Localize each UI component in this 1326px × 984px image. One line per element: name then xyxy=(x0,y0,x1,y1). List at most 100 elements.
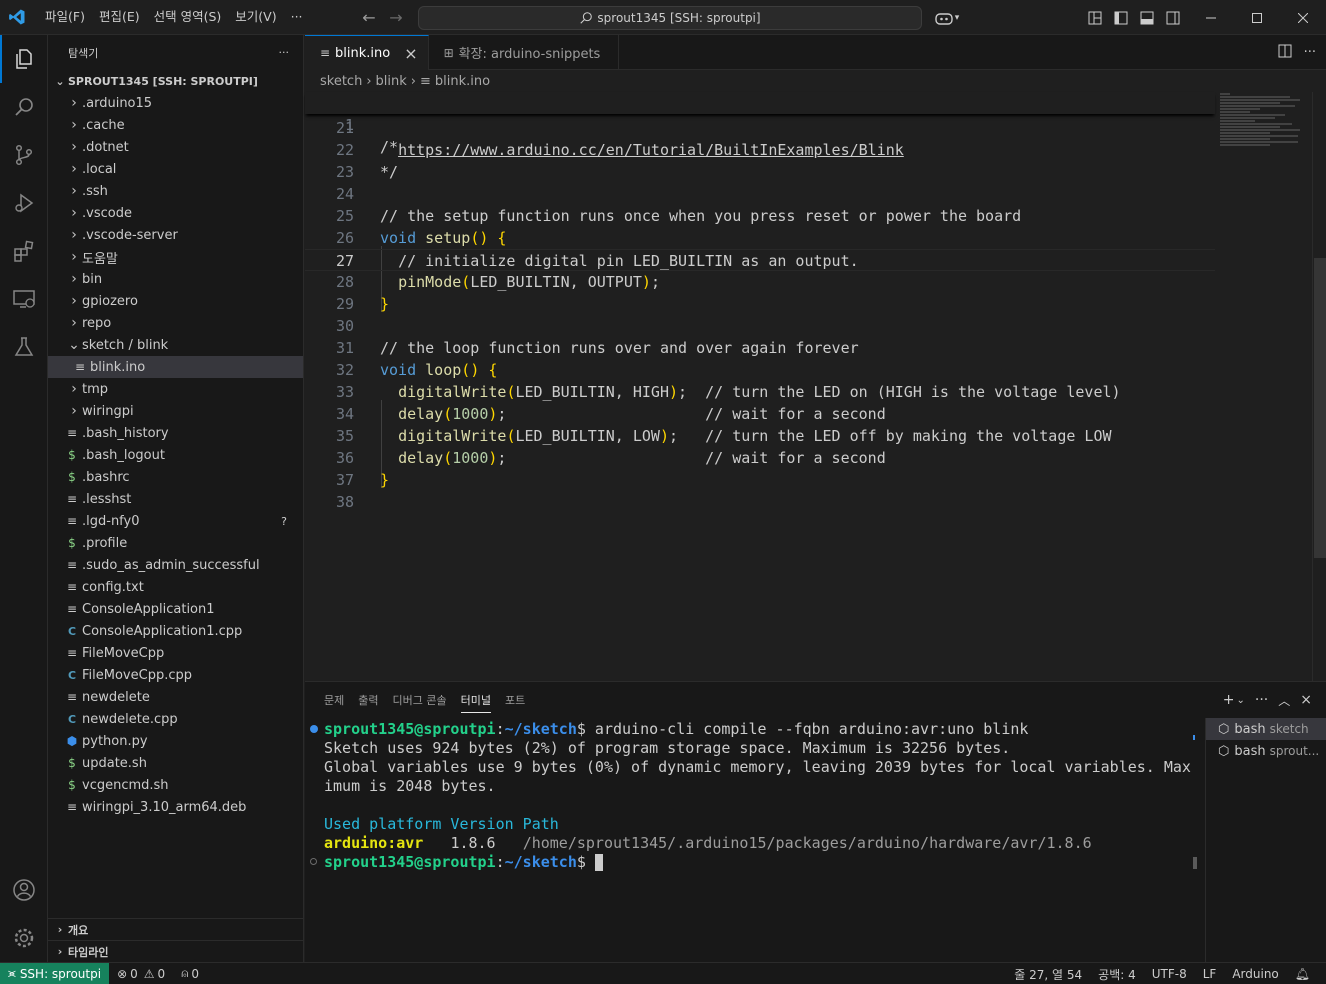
file-tree-item[interactable]: $ .profile xyxy=(48,532,303,554)
file-tree-item[interactable]: $ update.sh xyxy=(48,752,303,774)
editor-scrollbar[interactable] xyxy=(1312,92,1326,681)
notifications-bell-icon[interactable]: 🔔︎ xyxy=(1287,967,1318,981)
language-mode[interactable]: Arduino xyxy=(1224,967,1286,981)
file-tree-item[interactable]: ≡ .sudo_as_admin_successful xyxy=(48,554,303,576)
explorer-icon[interactable] xyxy=(0,35,48,83)
menu-file[interactable]: 파일(F) xyxy=(38,6,92,28)
tab-ports[interactable]: 포트 xyxy=(505,688,525,712)
code-line[interactable]: 34 delay(1000); // wait for a second xyxy=(305,403,1215,425)
indentation[interactable]: 공백: 4 xyxy=(1090,966,1144,983)
code-line[interactable]: 23 */ xyxy=(305,161,1215,183)
maximize-icon[interactable] xyxy=(1234,0,1280,35)
code-line[interactable]: 30 xyxy=(305,315,1215,337)
code-line[interactable]: 28 pinMode(LED_BUILTIN, OUTPUT); xyxy=(305,271,1215,293)
breadcrumb-sketch[interactable]: sketch xyxy=(320,74,362,89)
toggle-primary-sidebar-icon[interactable] xyxy=(1108,0,1134,35)
toggle-panel-icon[interactable] xyxy=(1134,0,1160,35)
cursor-position[interactable]: 줄 27, 열 54 xyxy=(1006,966,1090,983)
split-editor-icon[interactable] xyxy=(1278,44,1292,62)
ports-status[interactable]: ⍝ 0 xyxy=(173,966,207,981)
file-tree-item[interactable]: C ConsoleApplication1.cpp xyxy=(48,620,303,642)
maximize-panel-chevron-up-icon[interactable]: ︿ xyxy=(1278,692,1290,709)
scrollbar-thumb[interactable] xyxy=(1314,258,1326,558)
file-tree-item[interactable]: ⌄ sketch / blink xyxy=(48,334,303,356)
file-tree-item[interactable]: $ vcgencmd.sh xyxy=(48,774,303,796)
more-actions-icon[interactable]: ··· xyxy=(1255,692,1268,708)
new-terminal-plus-icon[interactable]: + xyxy=(1223,692,1235,708)
forward-arrow-icon[interactable]: → xyxy=(384,8,408,27)
breadcrumb-blink[interactable]: blink xyxy=(376,74,407,89)
breadcrumb-file[interactable]: blink.ino xyxy=(435,74,490,89)
back-arrow-icon[interactable]: ← xyxy=(357,8,381,27)
command-success-decoration-icon[interactable] xyxy=(310,725,318,733)
encoding[interactable]: UTF-8 xyxy=(1144,967,1195,981)
file-tree-item[interactable]: ≡ .lesshst xyxy=(48,488,303,510)
code-line[interactable]: 31 // the loop function runs over and ove… xyxy=(305,337,1215,359)
file-tree-item[interactable]: › 도움말 xyxy=(48,246,303,268)
source-control-icon[interactable] xyxy=(0,131,48,179)
file-tree-item[interactable]: › .vscode-server xyxy=(48,224,303,246)
terminal-instance-bash-sprout[interactable]: ⬡ bash sprout... xyxy=(1206,740,1326,762)
workspace-root[interactable]: ⌄ SPROUT1345 [SSH: SPROUTPI] xyxy=(48,70,303,92)
file-tree-item[interactable]: ≡ newdelete xyxy=(48,686,303,708)
minimap[interactable] xyxy=(1220,92,1312,162)
menu-selection[interactable]: 선택 영역(S) xyxy=(147,6,229,28)
file-tree-item[interactable]: C FileMoveCpp.cpp xyxy=(48,664,303,686)
code-line[interactable]: 24 xyxy=(305,183,1215,205)
code-line[interactable]: 38 xyxy=(305,491,1215,513)
toggle-secondary-sidebar-icon[interactable] xyxy=(1160,0,1186,35)
outline-section[interactable]: › 개요 xyxy=(48,918,304,940)
problems-status[interactable]: ⊗ 0 ⚠ 0 xyxy=(109,967,173,981)
file-tree-item[interactable]: ≡ blink.ino xyxy=(48,356,303,378)
settings-gear-icon[interactable] xyxy=(0,914,48,962)
end-of-line[interactable]: LF xyxy=(1195,967,1225,981)
terminal[interactable]: sprout1345@sproutpi:~/sketch$ arduino-cl… xyxy=(305,718,1193,963)
run-debug-icon[interactable] xyxy=(0,179,48,227)
terminal-instance-bash-sketch[interactable]: ⬡ bash sketch xyxy=(1206,718,1326,740)
file-tree-item[interactable]: › bin xyxy=(48,268,303,290)
code-line[interactable]: 25 // the setup function runs once when y… xyxy=(305,205,1215,227)
file-tree-item[interactable]: › .cache xyxy=(48,114,303,136)
tab-extension-arduino-snippets[interactable]: ⊞ 확장: arduino-snippets xyxy=(429,35,619,70)
tab-terminal[interactable]: 터미널 xyxy=(460,688,491,713)
menu-more[interactable]: ··· xyxy=(284,6,310,28)
testing-flask-icon[interactable] xyxy=(0,323,48,371)
code-editor[interactable]: 20 This example code is in the public do… xyxy=(305,92,1326,681)
code-line[interactable]: 37} xyxy=(305,469,1215,491)
command-center[interactable]: sprout1345 [SSH: sproutpi] xyxy=(418,6,922,30)
sticky-scroll-line[interactable]: 1 /* xyxy=(305,92,1215,156)
code-line[interactable]: 35 digitalWrite(LED_BUILTIN, LOW); // tu… xyxy=(305,425,1215,447)
chevron-down-icon[interactable]: ⌄ xyxy=(1237,695,1245,706)
code-line[interactable]: 22 https://www.arduino.cc/en/Tutorial/Bu… xyxy=(305,139,1215,161)
code-line[interactable]: 32 void loop() { xyxy=(305,359,1215,381)
close-window-icon[interactable] xyxy=(1280,0,1326,35)
terminal-scrollbar[interactable] xyxy=(1193,735,1199,875)
file-tree-item[interactable]: › tmp xyxy=(48,378,303,400)
file-tree-item[interactable]: › .ssh xyxy=(48,180,303,202)
command-decoration-icon[interactable] xyxy=(310,858,317,865)
tab-output[interactable]: 출력 xyxy=(358,688,378,712)
file-tree-item[interactable]: ≡ wiringpi_3.10_arm64.deb xyxy=(48,796,303,818)
timeline-section[interactable]: › 타임라인 xyxy=(48,940,304,962)
close-panel-icon[interactable]: × xyxy=(1300,692,1312,708)
copilot-icon[interactable]: ▾ xyxy=(930,0,964,35)
tab-blink-ino[interactable]: ≡ blink.ino × xyxy=(305,35,429,70)
file-tree-item[interactable]: › .dotnet xyxy=(48,136,303,158)
explorer-more-button[interactable]: ··· xyxy=(279,46,290,59)
file-tree-item[interactable]: ≡ .bash_history xyxy=(48,422,303,444)
customize-layout-icon[interactable] xyxy=(1082,0,1108,35)
file-tree-item[interactable]: ≡ FileMoveCpp xyxy=(48,642,303,664)
file-tree-item[interactable]: ⬢ python.py xyxy=(48,730,303,752)
remote-explorer-icon[interactable] xyxy=(0,275,48,323)
tab-debug-console[interactable]: 디버그 콘솔 xyxy=(393,688,447,712)
remote-indicator[interactable]: ⪤ SSH: sproutpi xyxy=(0,962,110,984)
search-view-icon[interactable] xyxy=(0,83,48,131)
file-tree-item[interactable]: ≡ .lgd-nfy0? xyxy=(48,510,303,532)
file-tree-item[interactable]: › .local xyxy=(48,158,303,180)
file-tree-item[interactable]: Cnewdelete.cpp xyxy=(48,708,303,730)
close-tab-icon[interactable]: × xyxy=(404,44,417,63)
code-line[interactable]: 33 digitalWrite(LED_BUILTIN, HIGH); // t… xyxy=(305,381,1215,403)
file-tree-item[interactable]: › gpiozero xyxy=(48,290,303,312)
extensions-icon[interactable] xyxy=(0,227,48,275)
code-line[interactable]: 36 delay(1000); // wait for a second xyxy=(305,447,1215,469)
